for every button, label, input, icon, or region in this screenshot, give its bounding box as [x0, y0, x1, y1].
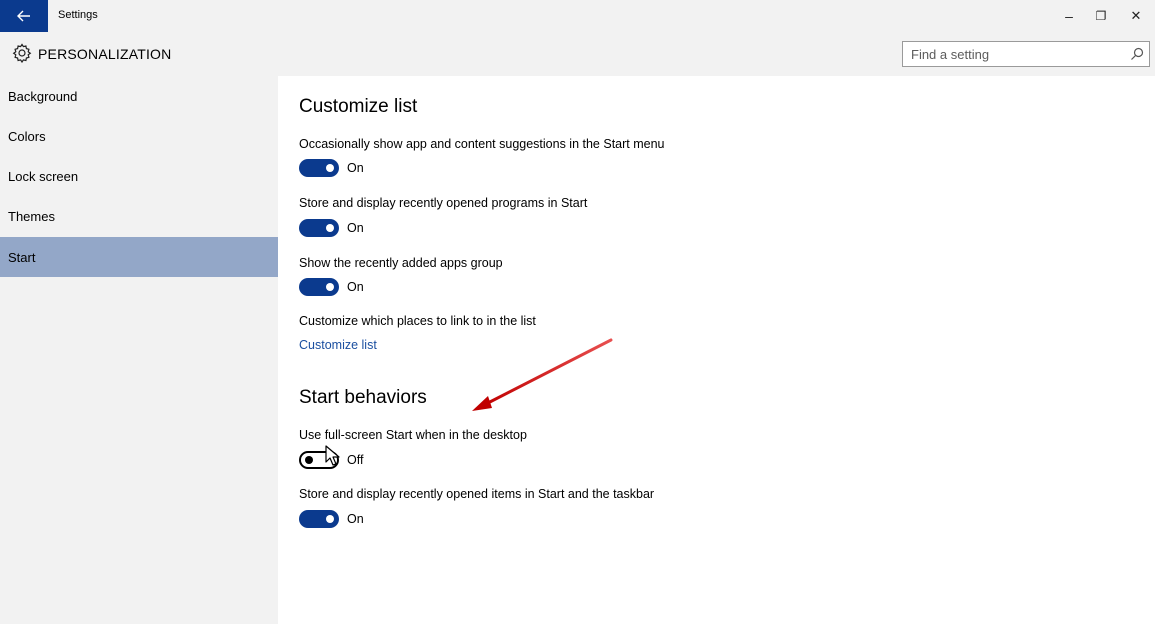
- sidebar-item-label: Lock screen: [8, 168, 79, 184]
- customize-list-link[interactable]: Customize list: [299, 338, 377, 352]
- sidebar-item-label: Start: [8, 249, 36, 265]
- toggle-state-label: On: [347, 161, 364, 175]
- back-arrow-icon: [17, 10, 30, 22]
- search-input[interactable]: [903, 42, 1131, 66]
- toggle-state-label: Off: [347, 453, 364, 467]
- toggle-knob: [326, 283, 334, 291]
- setting-label-full-screen-start: Use full-screen Start when in the deskto…: [299, 428, 527, 442]
- search-box[interactable]: [902, 41, 1150, 67]
- window-title: Settings: [58, 9, 98, 21]
- toggle-suggestions[interactable]: [299, 159, 339, 177]
- page-title: PERSONALIZATION: [38, 46, 172, 62]
- setting-label-customize-places: Customize which places to link to in the…: [299, 314, 536, 328]
- mouse-cursor-icon: [325, 445, 340, 466]
- sidebar-item-background[interactable]: Background: [8, 76, 278, 116]
- sidebar-item-colors[interactable]: Colors: [8, 116, 278, 156]
- sidebar-item-label: Colors: [8, 128, 46, 144]
- toggle-state-label: On: [347, 512, 364, 526]
- search-icon[interactable]: [1129, 46, 1145, 62]
- settings-window: Settings – ❐ ✕ PERSONALIZATION Find a se…: [0, 0, 1155, 624]
- toggle-row-recently-added: On: [299, 277, 364, 297]
- sidebar-item-label: Background: [8, 88, 78, 104]
- toggle-row-recent-items: On: [299, 509, 364, 529]
- sidebar-item-label: Themes: [8, 208, 55, 224]
- restore-button[interactable]: ❐: [1082, 0, 1120, 32]
- toggle-recent-items[interactable]: [299, 510, 339, 528]
- sidebar-item-themes[interactable]: Themes: [8, 196, 278, 236]
- sidebar: Background Colors Lock screen Themes Sta…: [0, 76, 278, 624]
- annotation-arrow-icon: [472, 338, 613, 411]
- toggle-row-recent-programs: On: [299, 218, 364, 238]
- gear-icon: [12, 43, 32, 63]
- toggle-recent-programs[interactable]: [299, 219, 339, 237]
- main-content: Customize list Occasionally show app and…: [278, 76, 1155, 624]
- sidebar-item-lock-screen[interactable]: Lock screen: [8, 156, 278, 196]
- toggle-knob: [326, 515, 334, 523]
- close-button[interactable]: ✕: [1117, 0, 1155, 32]
- toggle-knob: [326, 164, 334, 172]
- toggle-knob: [305, 456, 313, 464]
- sidebar-item-start[interactable]: Start: [0, 237, 278, 277]
- toggle-row-suggestions: On: [299, 158, 364, 178]
- toggle-row-full-screen-start: Off: [299, 445, 364, 470]
- setting-label-suggestions: Occasionally show app and content sugges…: [299, 137, 665, 151]
- restore-icon: ❐: [1095, 9, 1107, 23]
- page-header: PERSONALIZATION: [0, 32, 1155, 76]
- setting-label-recent-items: Store and display recently opened items …: [299, 487, 655, 501]
- toggle-state-label: On: [347, 221, 364, 235]
- setting-label-recent-programs: Store and display recently opened progra…: [299, 196, 588, 210]
- toggle-state-label: On: [347, 280, 364, 294]
- close-icon: ✕: [1130, 8, 1142, 23]
- toggle-recently-added[interactable]: [299, 278, 339, 296]
- setting-label-recently-added: Show the recently added apps group: [299, 256, 503, 270]
- section-title-start-behaviors: Start behaviors: [299, 387, 427, 408]
- minimize-icon: –: [1065, 8, 1073, 24]
- title-bar: Settings – ❐ ✕: [0, 0, 1155, 32]
- back-button[interactable]: [0, 0, 48, 32]
- toggle-knob: [326, 224, 334, 232]
- section-title-customize-list: Customize list: [299, 96, 418, 117]
